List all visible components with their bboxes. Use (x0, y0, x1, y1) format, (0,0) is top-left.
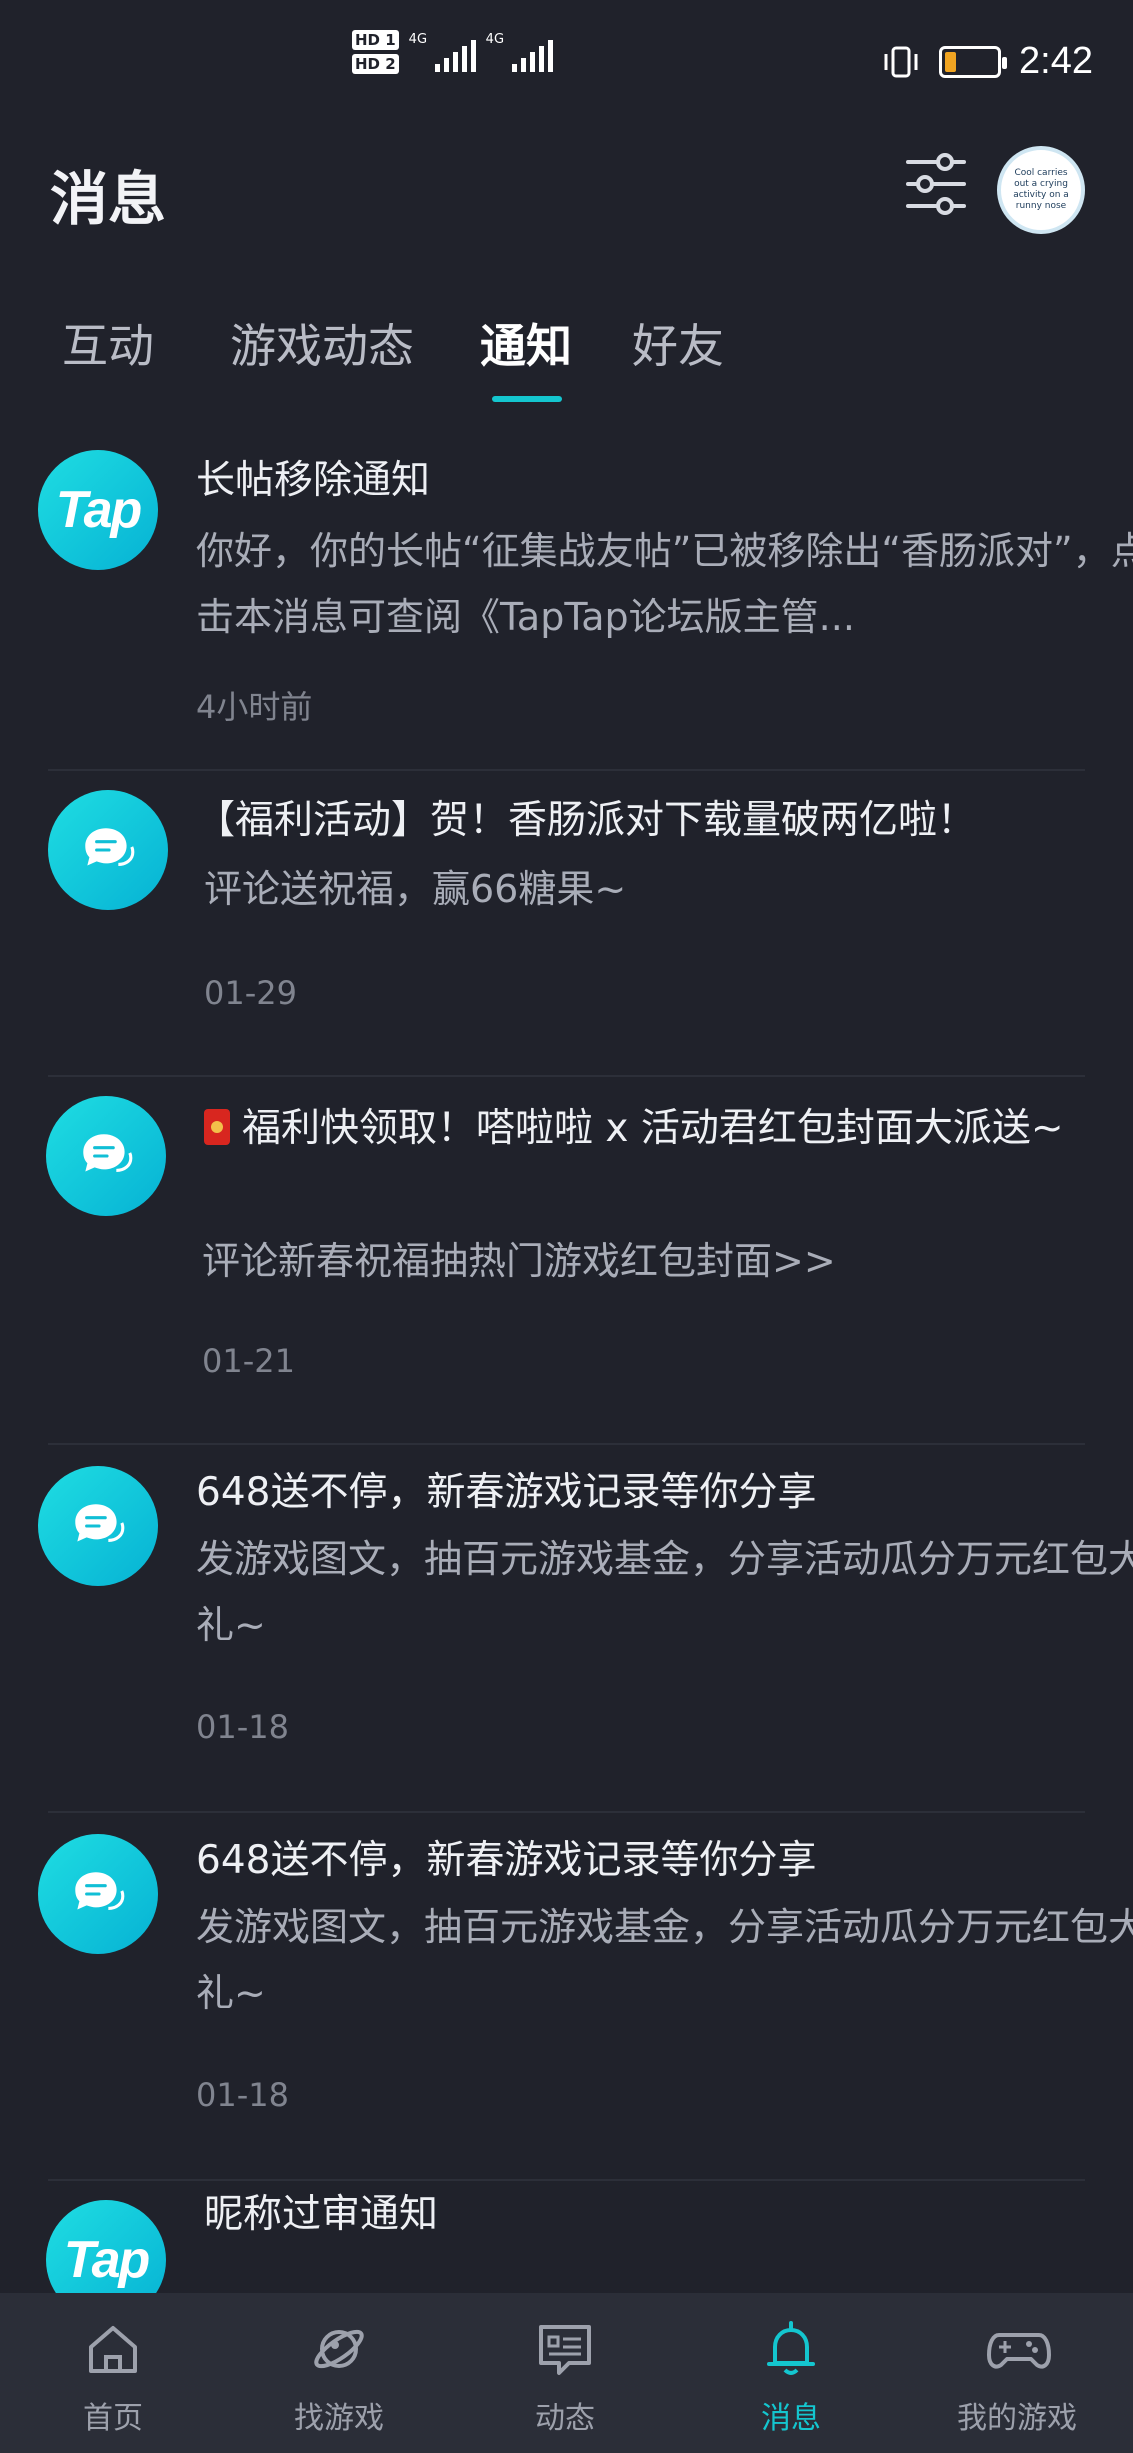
nav-find-games-label: 找游戏 (294, 2401, 384, 2436)
notification-title-text: 福利快领取！嗒啦啦 x 活动君红包封面大派送~ (242, 1106, 1064, 1151)
chat-bubble-icon (48, 790, 168, 910)
status-bar: HD 1 HD 2 4G 4G 2:42 (0, 0, 1133, 130)
nav-home[interactable]: 首页 (0, 2293, 226, 2453)
divider (48, 1811, 1085, 1813)
nav-messages-label: 消息 (761, 2401, 821, 2436)
notification-body: 评论送祝福，赢66糖果~ (204, 867, 627, 911)
divider (48, 2179, 1085, 2181)
chat-bubble-icon (38, 1466, 158, 1586)
bell-icon (767, 2321, 815, 2375)
signal-1-icon: 4G (409, 32, 476, 72)
network-type-2: 4G (485, 32, 505, 47)
tab-friends[interactable]: 好友 (632, 310, 724, 376)
vibrate-icon (884, 46, 918, 77)
divider (48, 1443, 1085, 1445)
notification-time: 01-18 (196, 2076, 289, 2114)
nav-find-games[interactable]: 找游戏 (226, 2293, 452, 2453)
status-right: 2:42 (881, 40, 1093, 83)
notification-body: 发游戏图文，抽百元游戏基金，分享活动瓜分万元红包大礼~ (196, 1537, 1133, 1647)
battery-icon (939, 45, 1008, 78)
notification-time: 01-29 (204, 974, 297, 1012)
chat-bubble-icon (46, 1096, 166, 1216)
hd2-badge: HD 2 (352, 54, 399, 74)
notification-title: 福利快领取！嗒啦啦 x 活动君红包封面大派送~ (204, 1096, 1084, 1162)
tab-game-updates[interactable]: 游戏动态 (230, 310, 414, 376)
battery-level (945, 51, 957, 72)
avatar-caption: Cool carries out a crying activity on a … (1013, 168, 1069, 211)
notification-title: 长帖移除通知 (196, 458, 431, 503)
active-tab-indicator (492, 396, 562, 402)
signal-2-icon: 4G (486, 32, 553, 72)
divider (48, 769, 1085, 771)
tab-notifications[interactable]: 通知 (480, 310, 572, 376)
sliders-icon[interactable] (905, 150, 967, 218)
notification-time: 01-21 (202, 1342, 295, 1380)
chat-bubble-icon (38, 1834, 158, 1954)
network-type-1: 4G (408, 32, 428, 47)
notification-body: 你好，你的长帖“征集战友帖”已被移除出“香肠派对”，点击本消息可查阅《TapTa… (196, 529, 1133, 639)
nav-my-games[interactable]: 我的游戏 (904, 2293, 1130, 2453)
notification-time: 01-18 (196, 1708, 289, 1746)
tab-interaction[interactable]: 互动 (62, 310, 154, 376)
feed-icon (539, 2325, 591, 2375)
avatar[interactable]: Cool carries out a crying activity on a … (997, 146, 1085, 234)
notification-body: 发游戏图文，抽百元游戏基金，分享活动瓜分万元红包大礼~ (196, 1905, 1133, 2015)
divider (48, 1075, 1085, 1077)
taptap-logo-text: Tap (55, 481, 143, 539)
notification-title: 昵称过审通知 (204, 2192, 439, 2237)
notification-time: 4小时前 (196, 688, 313, 726)
nav-home-label: 首页 (83, 2401, 143, 2436)
hd-badges: HD 1 HD 2 (352, 30, 399, 74)
notification-title: 【福利活动】贺！香肠派对下载量破两亿啦！ (196, 798, 977, 843)
notification-body: 评论新春祝福抽热门游戏红包封面>> (202, 1239, 836, 1283)
nav-feed-label: 动态 (535, 2401, 595, 2436)
planet-icon (314, 2329, 364, 2369)
red-envelope-icon (204, 1109, 230, 1145)
notification-title: 648送不停，新春游戏记录等你分享 (196, 1838, 817, 1883)
taptap-logo-icon: Tap (38, 450, 158, 570)
notification-title: 648送不停，新春游戏记录等你分享 (196, 1470, 817, 1515)
bottom-navigation: 首页 找游戏 动态 消息 我的游戏 (0, 2293, 1133, 2453)
taptap-logo-text: Tap (63, 2231, 151, 2289)
nav-messages[interactable]: 消息 (678, 2293, 904, 2453)
tab-bar: 互动 游戏动态 通知 好友 (0, 300, 1133, 410)
clock: 2:42 (1019, 40, 1093, 82)
nav-my-games-label: 我的游戏 (957, 2401, 1077, 2436)
home-icon (89, 2326, 137, 2373)
nav-feed[interactable]: 动态 (452, 2293, 678, 2453)
network-indicators: HD 1 HD 2 4G 4G (352, 30, 553, 74)
gamepad-icon (987, 2333, 1051, 2369)
page-title: 消息 (50, 165, 167, 233)
hd1-badge: HD 1 (352, 30, 399, 50)
